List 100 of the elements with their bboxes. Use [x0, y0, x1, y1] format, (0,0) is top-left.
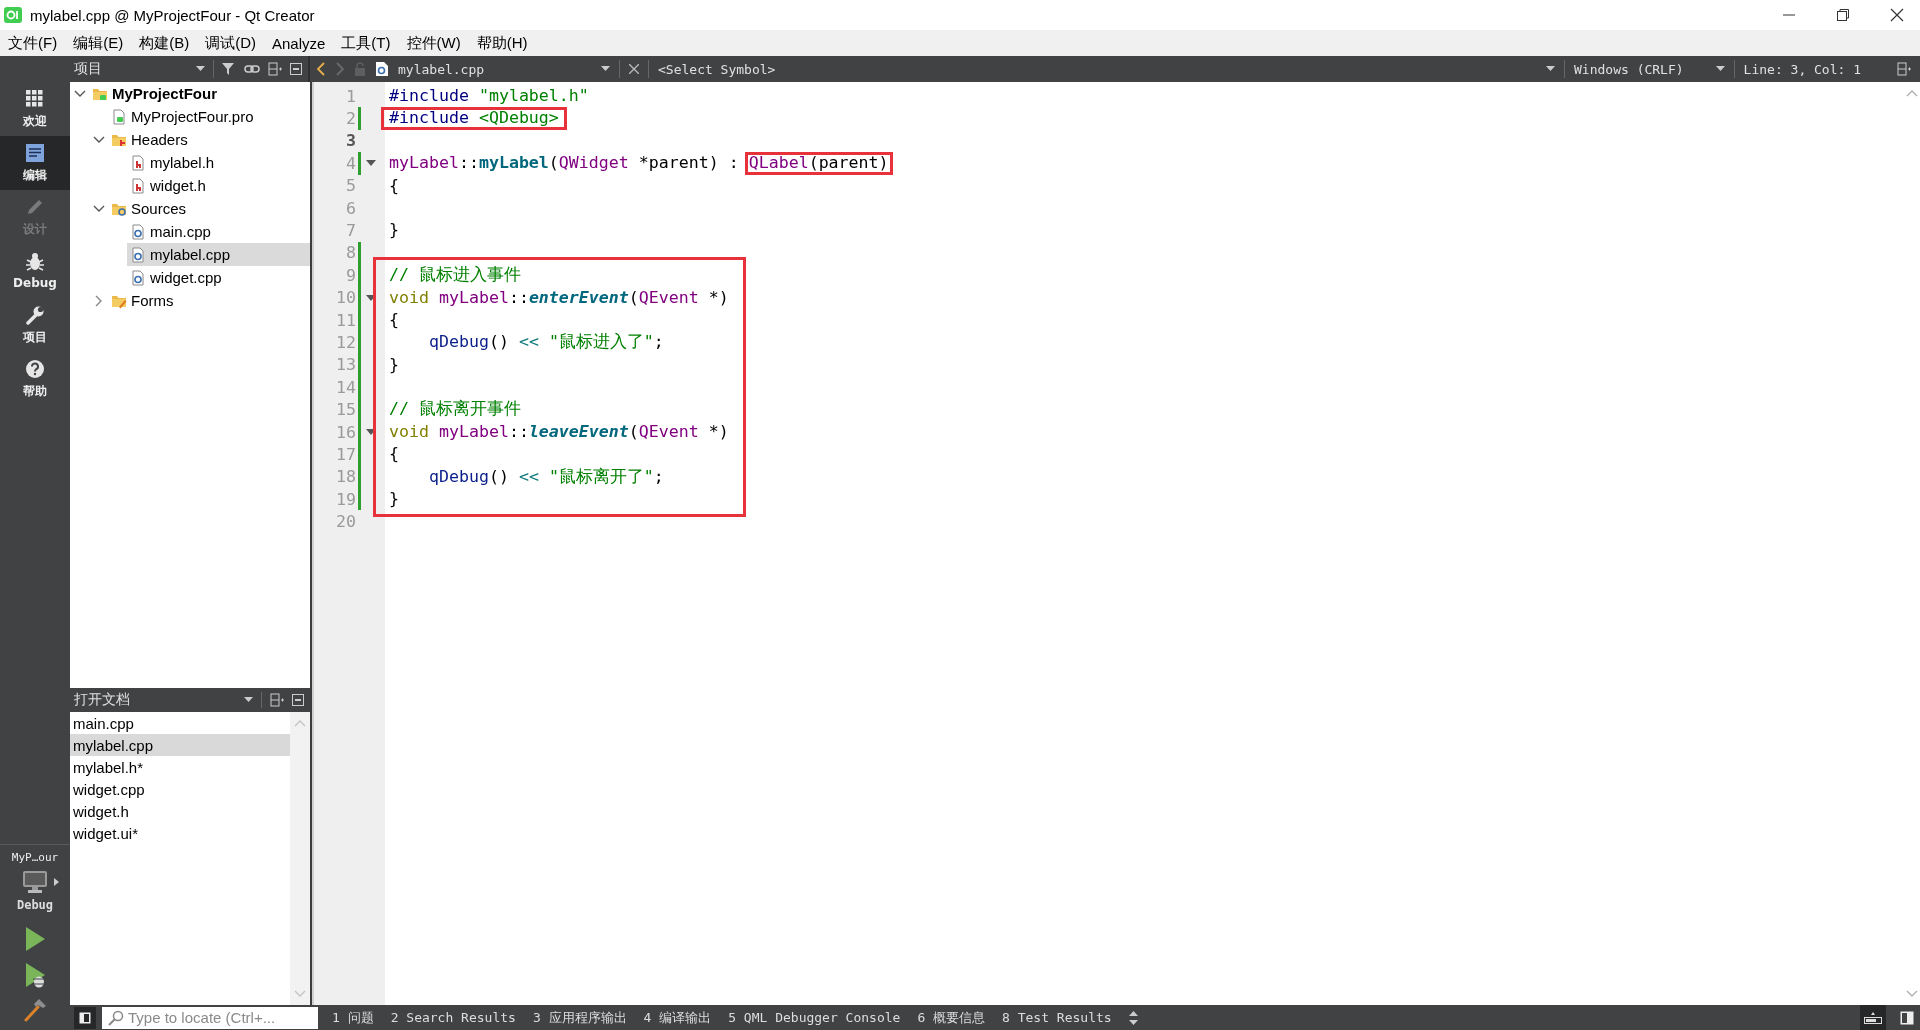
split-icon[interactable] — [270, 693, 284, 707]
debug-run-icon[interactable] — [24, 962, 46, 988]
right-sidebar-icon[interactable] — [1900, 1010, 1914, 1025]
output-pane-tab[interactable]: 6 概要信息 — [917, 1008, 986, 1027]
output-pane-tab[interactable]: 1 问题 — [332, 1008, 374, 1027]
split-icon[interactable] — [1897, 62, 1911, 76]
tree-item[interactable]: widget.h — [127, 174, 310, 197]
line-number: 8 — [345, 243, 357, 263]
hammer-icon[interactable] — [23, 998, 47, 1022]
dropdown-caret-icon[interactable] — [1546, 66, 1555, 72]
window-title: mylabel.cpp @ MyProjectFour - Qt Creator — [30, 6, 316, 24]
tree-item[interactable]: Headers — [108, 128, 310, 151]
mode-button[interactable]: 项目 — [0, 298, 70, 352]
file-icon — [130, 223, 146, 240]
document-icon — [25, 142, 45, 163]
run-icon[interactable] — [24, 926, 46, 952]
tree-item[interactable]: Sources — [108, 197, 310, 220]
panel-title: 打开文档 — [74, 691, 131, 709]
chevron-down-icon[interactable] — [74, 89, 86, 98]
tree-item[interactable]: MyProjectFour — [89, 82, 310, 105]
menu-item[interactable]: 控件(W) — [398, 33, 469, 53]
line-number: 18 — [335, 467, 357, 487]
tree-item[interactable]: main.cpp — [127, 220, 310, 243]
filter-icon[interactable] — [222, 62, 236, 76]
locator-field[interactable]: Type to locate (Ctrl+... — [102, 1006, 318, 1029]
symbol-selector[interactable]: <Select Symbol> — [658, 61, 776, 77]
tree-item[interactable]: MyProjectFour.pro — [108, 105, 310, 128]
tree-item[interactable]: mylabel.cpp — [127, 243, 310, 266]
mode-button[interactable]: Debug — [0, 244, 70, 298]
bug-icon — [25, 252, 45, 272]
chevron-right-icon[interactable] — [95, 294, 103, 307]
line-number: 1 — [345, 86, 357, 106]
dropdown-caret-icon[interactable] — [244, 697, 253, 703]
monitor-icon[interactable] — [21, 870, 48, 894]
sidebar-icon — [79, 1011, 91, 1024]
up-down-arrows-icon[interactable] — [1128, 1010, 1138, 1025]
close-icon[interactable] — [629, 64, 639, 74]
progress-icon[interactable] — [1864, 1011, 1882, 1024]
tree-item[interactable]: widget.cpp — [127, 266, 310, 289]
open-document-item[interactable]: mylabel.h* — [70, 756, 290, 778]
open-document-item[interactable]: widget.h — [70, 800, 290, 822]
line-number: 14 — [335, 377, 357, 397]
open-document-item[interactable]: main.cpp — [70, 712, 290, 734]
grid-icon — [25, 88, 45, 109]
file-icon — [130, 269, 146, 286]
line-number: 3 — [345, 131, 357, 151]
line-ending-selector[interactable]: Windows (CRLF) — [1574, 61, 1684, 77]
link-icon[interactable] — [244, 62, 260, 76]
file-icon[interactable] — [375, 61, 389, 77]
code-line: } — [389, 489, 399, 509]
sidebar-toggle-button[interactable] — [74, 1006, 96, 1029]
expand-arrow-icon[interactable] — [53, 878, 59, 886]
restore-icon[interactable] — [1836, 8, 1850, 22]
tree-item[interactable]: Forms — [108, 289, 310, 312]
dropdown-caret-icon[interactable] — [1715, 66, 1725, 72]
tree-item[interactable]: mylabel.h — [127, 151, 310, 174]
mode-button[interactable]: 欢迎 — [0, 82, 70, 136]
line-number: 19 — [335, 489, 357, 509]
fold-arrow-icon[interactable] — [366, 429, 376, 436]
dropdown-caret-icon[interactable] — [601, 66, 610, 72]
chevron-down-icon[interactable] — [93, 135, 105, 144]
line-number: 11 — [335, 310, 357, 330]
mode-button[interactable]: 编辑 — [0, 136, 70, 190]
split-icon[interactable] — [268, 62, 282, 76]
output-pane-tab[interactable]: 3 应用程序输出 — [532, 1008, 627, 1027]
dropdown-caret-icon[interactable] — [196, 66, 205, 72]
build-config-label: Debug — [16, 898, 54, 912]
menu-item[interactable]: Analyze — [264, 34, 334, 52]
chevron-down-icon[interactable] — [93, 204, 105, 213]
open-document-item[interactable]: widget.ui* — [70, 822, 290, 844]
search-icon — [108, 1009, 124, 1026]
close-icon[interactable] — [1890, 8, 1904, 22]
file-selector[interactable]: mylabel.cpp — [398, 61, 592, 77]
line-number: 16 — [335, 422, 357, 442]
open-document-item[interactable]: widget.cpp — [70, 778, 290, 800]
line-number: 12 — [335, 333, 357, 352]
output-pane-tab[interactable]: 4 编译输出 — [643, 1008, 712, 1027]
code-line: void myLabel::leaveEvent(QEvent *) — [389, 421, 729, 441]
output-pane-tab[interactable]: 8 Test Results — [1002, 1010, 1112, 1025]
open-document-item[interactable]: mylabel.cpp — [70, 734, 290, 756]
menu-item[interactable]: 构建(B) — [131, 33, 198, 53]
line-number: 6 — [345, 198, 357, 218]
code-line: qDebug() << "鼠标离开了"; — [427, 466, 664, 486]
file-icon — [130, 177, 146, 194]
menu-item[interactable]: 编辑(E) — [65, 33, 132, 53]
menu-item[interactable]: 调试(D) — [197, 33, 264, 53]
fold-arrow-icon[interactable] — [366, 160, 376, 167]
menu-item[interactable]: 帮助(H) — [468, 33, 536, 53]
code-line: { — [389, 309, 399, 329]
menu-item[interactable]: 文件(F) — [0, 33, 66, 53]
line-number: 7 — [345, 221, 357, 241]
fold-arrow-icon[interactable] — [366, 294, 376, 301]
mode-button[interactable]: 帮助 — [0, 352, 70, 406]
menu-item[interactable]: 工具(T) — [333, 33, 399, 53]
line-number: 17 — [335, 444, 357, 464]
code-line: #include <QDebug> — [381, 107, 567, 130]
output-pane-tab[interactable]: 2 Search Results — [390, 1010, 516, 1025]
output-pane-tab[interactable]: 5 QML Debugger Console — [728, 1010, 901, 1025]
cursor-position: Line: 3, Col: 1 — [1743, 61, 1861, 77]
file-icon — [130, 154, 146, 171]
